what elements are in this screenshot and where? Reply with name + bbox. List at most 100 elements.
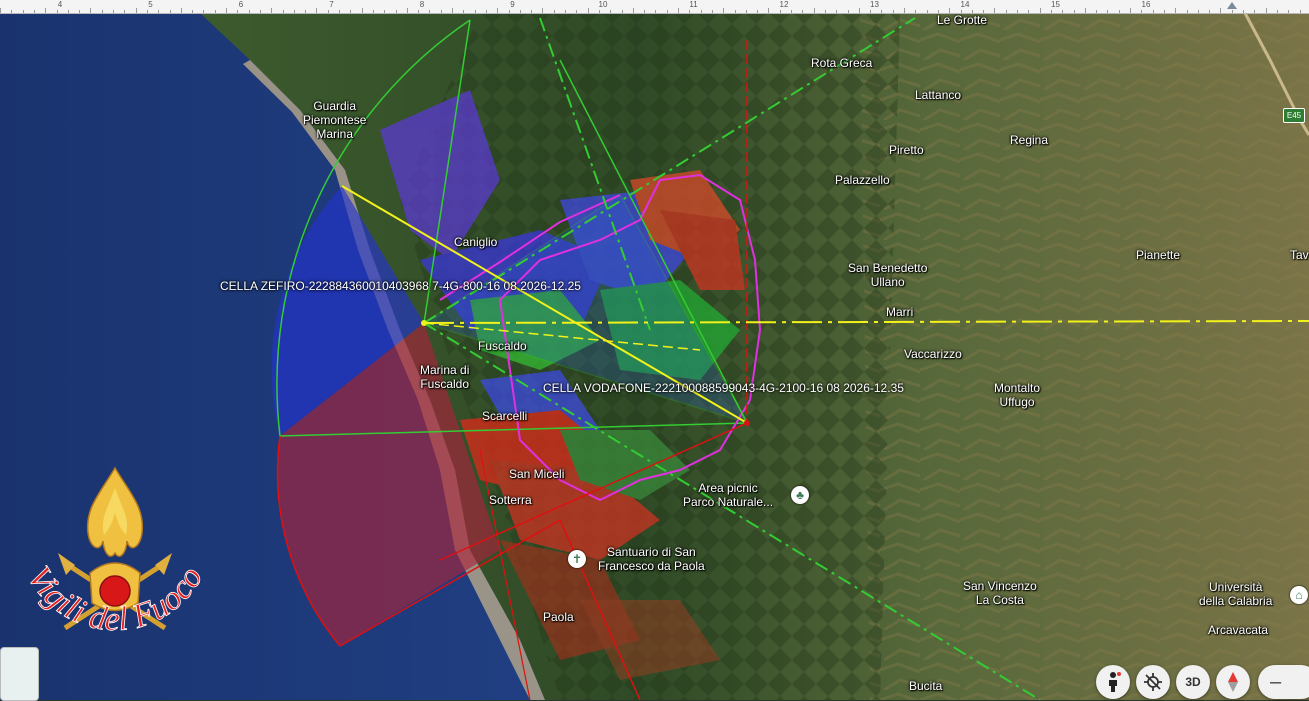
street-view-pegman-button[interactable] — [1096, 665, 1130, 699]
ruler-tick — [248, 10, 250, 13]
ruler-number: 7 — [329, 0, 334, 9]
ruler-tick — [214, 10, 216, 13]
ruler-tick — [56, 10, 58, 13]
ruler-tick — [497, 8, 499, 13]
ruler-tick — [135, 8, 137, 13]
highway-badge: E45 — [1283, 108, 1305, 123]
ruler-tick — [768, 8, 770, 13]
ruler-tick — [1163, 10, 1165, 13]
ruler-number: 12 — [779, 0, 789, 9]
place-label: Palazzello — [835, 173, 890, 187]
place-label: Marri — [886, 305, 914, 319]
zoom-out-button[interactable]: – — [1258, 665, 1309, 699]
ruler-number: 8 — [419, 0, 425, 9]
ruler-number: 14 — [960, 0, 970, 9]
ruler-tick — [565, 10, 566, 13]
ruler-tick — [158, 10, 160, 13]
place-label: San Vincenzo La Costa — [963, 579, 1037, 607]
compass-button[interactable] — [1216, 665, 1250, 699]
zefiro-cell-label: CELLA ZEFIRO-222884360010403968 7-4G-800… — [220, 279, 581, 293]
3d-label: 3D — [1185, 675, 1201, 689]
ruler-tick — [915, 10, 917, 13]
ruler-tick — [1073, 10, 1075, 13]
ruler-tick — [350, 10, 352, 13]
ruler-tick — [870, 10, 872, 13]
place-label: Vaccarizzo — [904, 347, 962, 361]
ruler-tick — [678, 8, 679, 13]
ruler-tick — [824, 10, 826, 13]
ruler-tick — [745, 10, 747, 13]
ruler-tick — [316, 8, 318, 13]
ruler-tick — [1276, 10, 1278, 13]
ruler-number: 4 — [57, 0, 63, 9]
ruler-tick — [474, 10, 476, 13]
ruler-number: 10 — [598, 0, 608, 9]
ruler-tick — [847, 10, 849, 13]
ruler-tick — [655, 10, 657, 13]
ruler-tick — [169, 10, 171, 13]
park-poi-icon[interactable]: ♣ — [791, 486, 809, 504]
location-off-icon — [1144, 673, 1162, 691]
ruler-tick — [734, 10, 736, 13]
ruler-tick — [836, 10, 838, 13]
place-label: Sotterra — [489, 493, 532, 507]
ruler-tick — [1265, 8, 1267, 13]
ruler-tick — [711, 10, 713, 13]
ruler-tick — [576, 10, 578, 13]
ruler-tick — [395, 10, 397, 13]
ruler-tick — [452, 8, 453, 13]
ruler-tick — [485, 10, 487, 13]
university-poi-icon[interactable]: ⌂ — [1290, 586, 1308, 604]
zoom-out-label: – — [1270, 670, 1282, 693]
ruler-tick — [79, 10, 81, 13]
ruler-tick — [621, 10, 623, 13]
place-label: Guardia Piemontese Marina — [303, 99, 367, 141]
ruler-tick — [1118, 10, 1120, 13]
ruler-tick — [1005, 10, 1007, 13]
place-label: Lattanco — [915, 88, 962, 102]
ruler-tick — [1050, 10, 1052, 13]
ruler-tick — [339, 10, 340, 13]
place-label: Area picnic Parco Naturale... — [683, 481, 774, 509]
ruler-tick — [1130, 8, 1131, 13]
location-off-button[interactable] — [1136, 665, 1170, 699]
top-ruler: 4 5 6 7 8 9 10 11 12 13 14 15 16 — [0, 0, 1309, 14]
ruler-tick — [0, 8, 1, 13]
ruler-tick — [644, 10, 646, 13]
ruler-tick — [305, 10, 307, 13]
ruler-tick — [587, 8, 589, 13]
3d-toggle-button[interactable]: 3D — [1176, 665, 1210, 699]
ruler-number: 11 — [689, 0, 698, 9]
ruler-tick — [1107, 10, 1109, 13]
place-label: San Miceli — [509, 467, 565, 481]
place-label: Montalto Uffugo — [994, 381, 1041, 409]
ruler-tick — [11, 10, 13, 13]
ruler-tick — [192, 10, 194, 13]
place-label: Scarcelli — [482, 409, 528, 423]
place-label: Bucita — [909, 679, 943, 693]
ruler-tick — [689, 10, 691, 13]
ruler-tick — [1254, 10, 1256, 13]
layer-thumbnail-button[interactable] — [0, 647, 39, 701]
ruler-tick — [779, 10, 781, 13]
ruler-tick — [45, 8, 47, 13]
ruler-tick — [1039, 8, 1041, 13]
place-label: Marina di Fuscaldo — [420, 363, 470, 391]
ruler-tick — [1197, 10, 1199, 13]
ruler-tick — [791, 10, 792, 13]
church-poi-icon[interactable]: ✝ — [568, 550, 586, 568]
ruler-tick — [610, 10, 612, 13]
ruler-tick — [429, 10, 431, 13]
ruler-tick — [67, 10, 69, 13]
place-label: San Benedetto Ullano — [848, 261, 928, 289]
ruler-tick — [282, 10, 284, 13]
ruler-tick — [508, 10, 510, 13]
place-label: Caniglio — [454, 235, 498, 249]
map-view[interactable]: Le Grotte Rota Greca Lattanco Regina Gua… — [0, 13, 1309, 701]
ruler-tick — [90, 8, 92, 13]
ruler-tick — [1028, 10, 1030, 13]
zefiro-cell-point — [421, 320, 427, 326]
ruler-number: 6 — [238, 0, 244, 9]
ruler-tick — [406, 8, 408, 13]
ruler-indent-marker[interactable] — [1227, 2, 1237, 9]
